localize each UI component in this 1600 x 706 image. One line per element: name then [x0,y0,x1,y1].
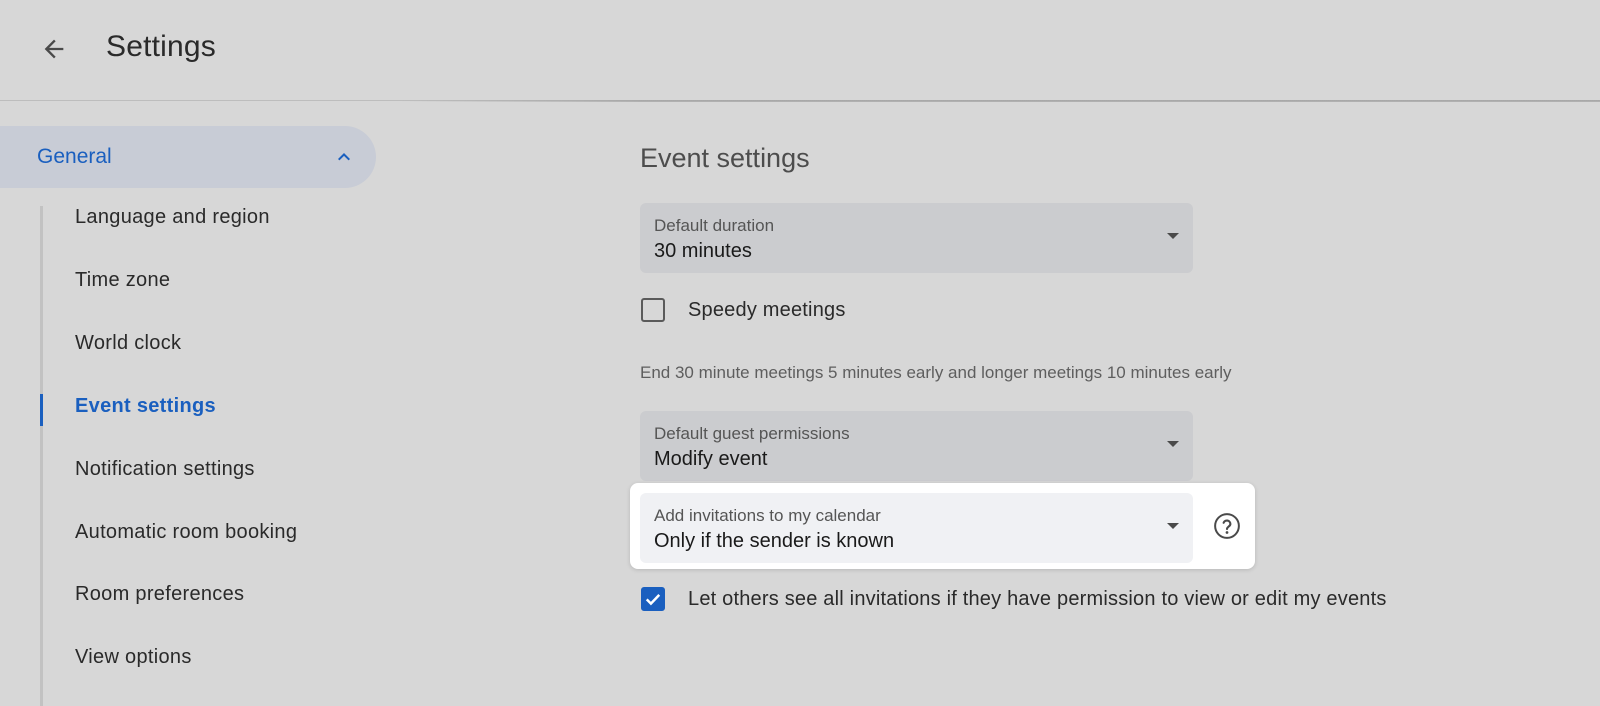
sidebar-rail [40,206,43,706]
chevron-up-icon [338,153,350,161]
guest-permissions-label: Default guest permissions [654,424,850,443]
sidebar-item-language-and-region[interactable]: Language and region [75,206,270,229]
sidebar-item-notification-settings[interactable]: Notification settings [75,458,255,481]
add-invitations-label: Add invitations to my calendar [654,506,881,525]
sidebar-item-event-settings[interactable]: Event settings [75,395,216,418]
add-invitations-select[interactable]: Add invitations to my calendar Only if t… [640,493,1193,563]
guest-permissions-value: Modify event [654,448,768,470]
arrow-back-icon [44,39,64,59]
header-divider [400,100,1600,102]
guest-permissions-select[interactable]: Default guest permissions Modify event [640,411,1193,481]
active-indicator [40,394,43,426]
let-others-see-label[interactable]: Let others see all invitations if they h… [688,588,1387,611]
default-duration-label: Default duration [654,216,775,235]
default-duration-select[interactable]: Default duration 30 minutes [640,203,1193,273]
sidebar-item-time-zone[interactable]: Time zone [75,269,170,292]
speedy-meetings-hint: End 30 minute meetings 5 minutes early a… [640,363,1232,382]
sidebar-group-general[interactable]: General [0,126,376,188]
sidebar-item-view-options[interactable]: View options [75,646,192,669]
help-button[interactable] [1212,511,1242,541]
default-duration-value: 30 minutes [654,240,752,262]
page-title: Settings [106,30,216,63]
sidebar-item-room-preferences[interactable]: Room preferences [75,583,244,606]
app-header: Settings [0,0,1600,101]
add-invitations-value: Only if the sender is known [654,530,895,552]
speedy-meetings-checkbox[interactable] [641,298,665,322]
checkmark-icon [645,593,661,606]
dropdown-arrow-icon [1167,523,1179,529]
sidebar-item-world-clock[interactable]: World clock [75,332,181,355]
dropdown-arrow-icon [1167,233,1179,239]
let-others-see-checkbox[interactable] [641,587,665,611]
back-button[interactable] [30,25,78,73]
dropdown-arrow-icon [1167,441,1179,447]
speedy-meetings-label[interactable]: Speedy meetings [688,299,846,322]
add-invitations-card: Add invitations to my calendar Only if t… [630,483,1255,569]
sidebar-item-automatic-room-booking[interactable]: Automatic room booking [75,521,297,544]
sidebar-group-label: General [37,145,112,168]
section-title: Event settings [640,143,810,173]
help-circle-icon [1214,513,1240,539]
